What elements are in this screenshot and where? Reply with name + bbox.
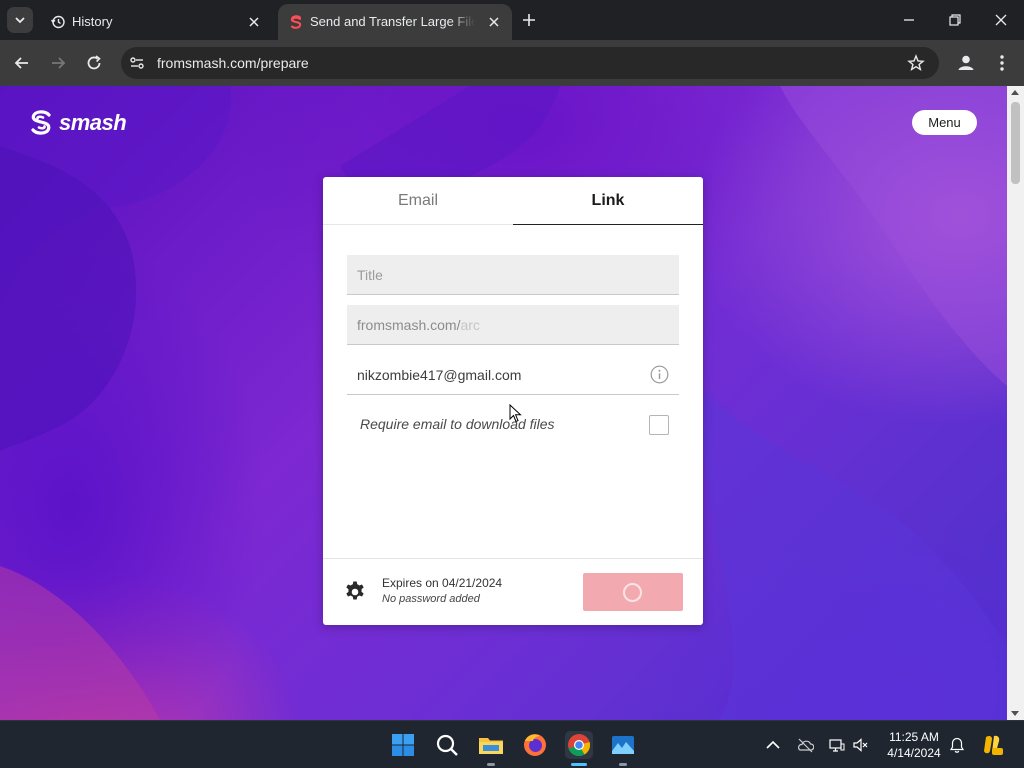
reload-icon[interactable] [84,53,104,73]
loading-spinner-icon [623,583,642,602]
bookmark-star-icon[interactable] [907,54,925,72]
taskbar: 11:25 AM 4/14/2024 [0,720,1024,768]
search-icon [436,734,458,756]
notification-bell-icon[interactable] [948,736,966,754]
restore-icon[interactable] [947,12,963,28]
tab-title: Send and Transfer Large Files Online [310,14,475,29]
back-arrow-icon[interactable] [12,53,32,73]
email-value: nikzombie417@gmail.com [357,367,522,383]
custom-url-value: fromsmash.com/arc [357,317,480,333]
windows-start-icon [392,734,414,756]
volume-muted-icon[interactable] [852,736,870,754]
password-status: No password added [382,593,480,605]
profile-icon[interactable] [955,52,977,74]
onedrive-icon[interactable] [796,736,814,754]
url-text: fromsmash.com/prepare [157,55,309,71]
info-icon[interactable] [650,365,669,384]
transfer-button[interactable] [583,573,683,611]
scrollbar-thumb[interactable] [1011,102,1020,184]
address-bar[interactable]: fromsmash.com/prepare [121,47,939,79]
card-footer: Expires on 04/21/2024 No password added [323,558,703,625]
logo-text: smash [59,110,127,135]
system-clock[interactable]: 11:25 AM 4/14/2024 [880,729,948,761]
custom-url-field[interactable]: fromsmash.com/arc [347,305,679,345]
page-scrollbar[interactable] [1007,86,1024,720]
file-explorer-indicator [487,763,495,766]
chrome-icon [568,734,591,757]
close-icon[interactable] [246,14,262,30]
firefox-icon [524,734,546,756]
more-options-icon[interactable] [995,53,1009,73]
photos-button[interactable] [609,731,637,759]
transfer-card: Email Link Title fromsmash.com/arc nikzo… [323,177,703,625]
clock-date: 4/14/2024 [887,746,941,760]
site-settings-icon[interactable] [129,55,145,71]
title-field[interactable]: Title [347,255,679,295]
tab-history[interactable]: History [40,4,272,40]
smash-logo-icon [31,110,51,135]
scroll-down-icon[interactable] [1011,711,1019,716]
photos-icon [612,736,634,754]
new-tab-icon[interactable] [520,11,538,29]
tab-link[interactable]: Link [513,177,703,225]
tab-search-button[interactable] [7,7,33,33]
url-hint: arc [460,317,480,333]
require-email-checkbox[interactable] [649,415,669,435]
chevron-down-icon [15,17,25,24]
start-button[interactable] [389,731,417,759]
file-explorer-icon [479,738,503,754]
clock-time: 11:25 AM [889,730,939,744]
file-explorer-button[interactable] [477,731,505,759]
email-field[interactable]: nikzombie417@gmail.com [347,355,679,395]
expiry-text: Expires on 04/21/2024 [382,576,503,590]
photos-indicator [619,763,627,766]
minimize-icon[interactable] [901,12,917,28]
menu-button[interactable]: Menu [912,110,977,135]
tab-smash[interactable]: Send and Transfer Large Files Online [278,4,512,40]
mouse-cursor-icon [509,404,522,423]
chevron-up-icon[interactable] [764,736,782,754]
taskbar-search-button[interactable] [433,731,461,759]
browser-toolbar: fromsmash.com/prepare [0,40,1024,86]
chrome-indicator [571,763,587,766]
smash-favicon-icon [290,15,302,29]
copilot-preview-icon[interactable] [980,733,1004,757]
page-viewport: smash Menu Email Link Title fromsmash.co… [0,86,1024,720]
tab-strip: History Send and Transfer Large Files On… [0,0,1024,40]
transfer-mode-tabs: Email Link [323,177,703,225]
history-icon [50,15,65,29]
firefox-button[interactable] [521,731,549,759]
chrome-button[interactable] [565,731,593,759]
smash-logo[interactable]: smash [28,108,127,138]
scroll-up-icon[interactable] [1011,90,1019,95]
require-email-label: Require email to download files [360,416,555,432]
close-icon[interactable] [486,14,502,30]
gear-icon[interactable] [343,580,367,604]
tab-email[interactable]: Email [323,177,513,225]
forward-arrow-icon[interactable] [48,53,68,73]
title-placeholder: Title [357,267,383,283]
network-icon[interactable] [828,736,846,754]
tab-title: History [72,14,113,29]
url-prefix: fromsmash.com/ [357,317,461,333]
close-window-icon[interactable] [993,12,1009,28]
